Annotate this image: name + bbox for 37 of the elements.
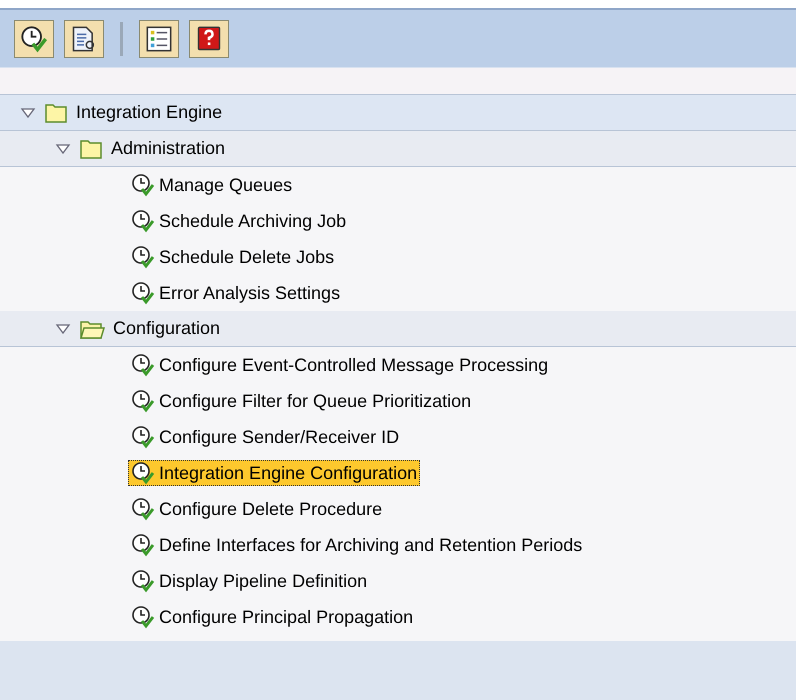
toolbar-button[interactable]: [14, 20, 54, 58]
clock-check-icon: [131, 245, 155, 269]
clock-check-icon: [20, 24, 48, 52]
tree-item[interactable]: Schedule Delete Jobs: [128, 244, 338, 270]
tree-item[interactable]: Configure Filter for Queue Prioritization: [128, 388, 474, 414]
collapse-arrow-icon[interactable]: [20, 106, 36, 118]
clock-check-icon: [131, 173, 155, 197]
clock-check-icon: [131, 425, 155, 449]
toolbar-button[interactable]: [139, 20, 179, 58]
clock-check-icon: [131, 353, 155, 377]
help-book-icon: [195, 24, 223, 52]
clock-check-icon: [131, 569, 155, 593]
tree-item[interactable]: Configure Principal Propagation: [128, 604, 416, 630]
collapse-arrow-icon[interactable]: [55, 142, 71, 154]
clock-check-icon: [131, 209, 155, 233]
tree-item[interactable]: Configure Event-Controlled Message Processing: [128, 352, 552, 378]
clock-check-icon: [131, 605, 155, 629]
clock-check-icon: [131, 533, 155, 557]
clock-check-icon: [131, 281, 155, 305]
tree-item[interactable]: Configure Sender/Receiver ID: [128, 424, 402, 450]
tree-item[interactable]: Integration Engine Configuration: [128, 460, 420, 486]
tree-item[interactable]: Error Analysis Settings: [128, 280, 344, 306]
toolbar-button[interactable]: [64, 20, 104, 58]
toolbar-button[interactable]: [189, 20, 229, 58]
list-icon: [145, 24, 173, 52]
tree-item[interactable]: Define Interfaces for Archiving and Retention Periods: [128, 532, 586, 558]
clock-check-icon: [131, 497, 155, 521]
clock-check-icon: [131, 461, 155, 485]
collapse-arrow-icon[interactable]: [55, 322, 71, 334]
clock-check-icon: [131, 389, 155, 413]
tree-item[interactable]: Schedule Archiving Job: [128, 208, 350, 234]
tree-node-label[interactable]: Configuration: [113, 315, 220, 342]
tree-item[interactable]: Manage Queues: [128, 172, 296, 198]
tree-node-label[interactable]: Administration: [111, 135, 226, 162]
tree-item[interactable]: Configure Delete Procedure: [128, 496, 386, 522]
tree-node-label[interactable]: Integration Engine: [76, 99, 222, 126]
tree-item[interactable]: Display Pipeline Definition: [128, 568, 370, 594]
